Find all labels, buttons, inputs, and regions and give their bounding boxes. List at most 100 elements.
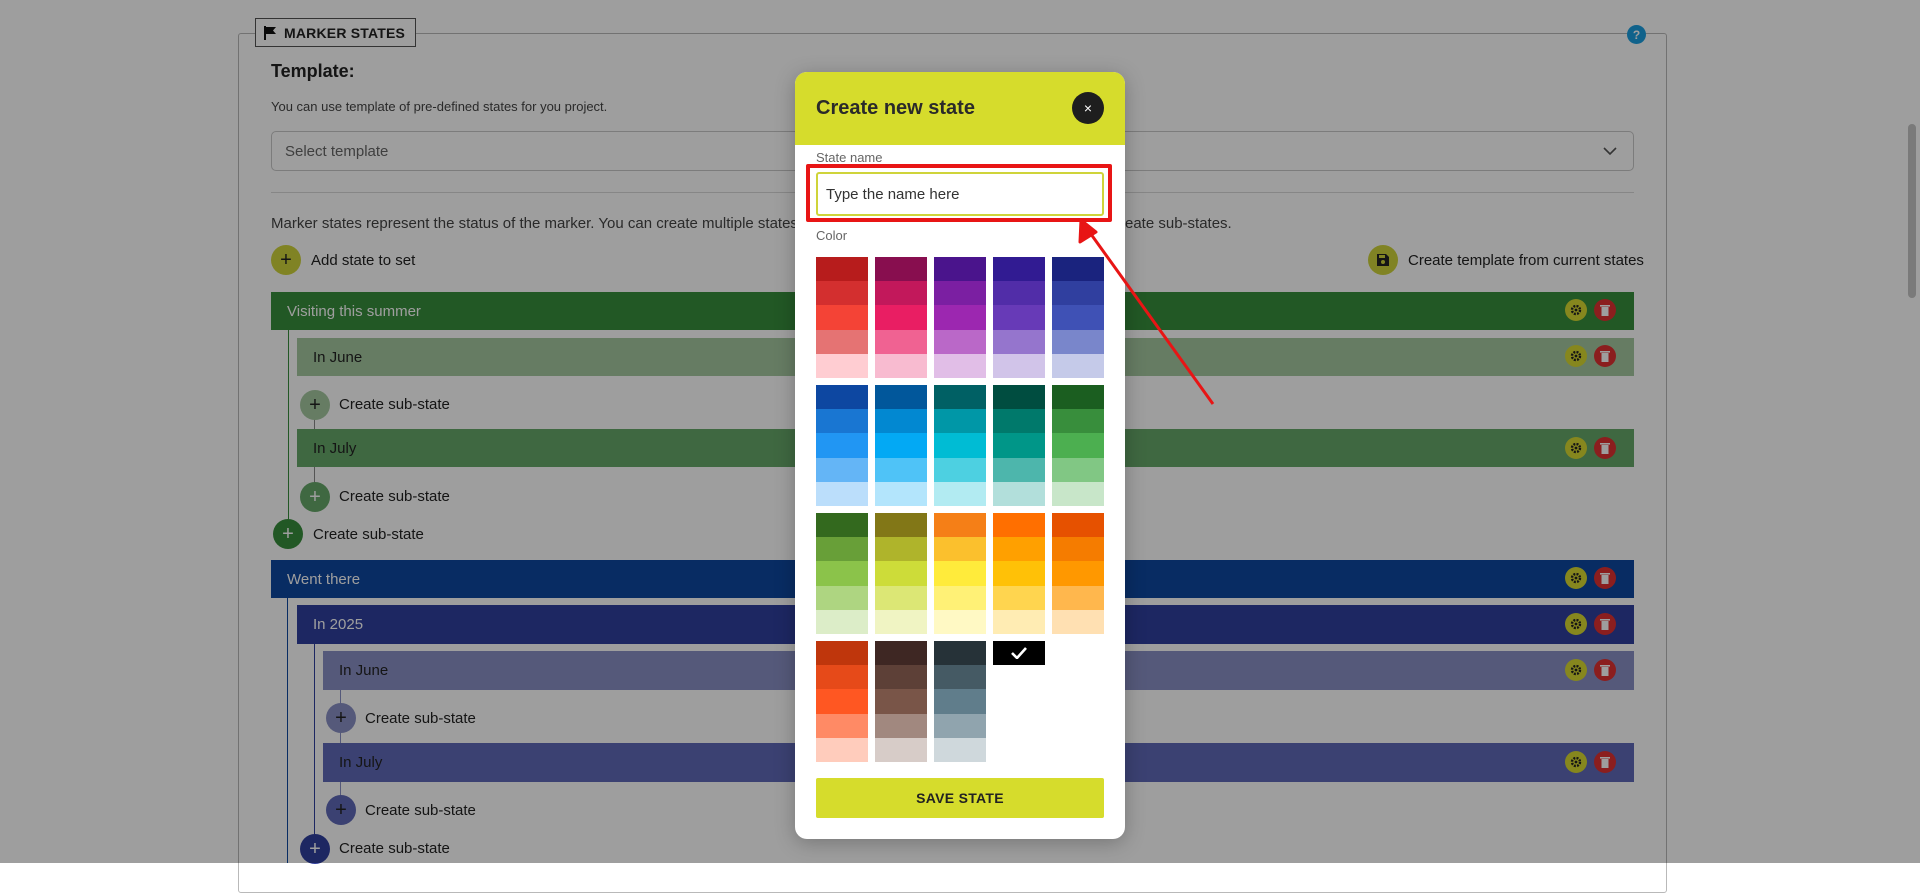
- color-swatch[interactable]: [934, 665, 986, 690]
- color-swatch[interactable]: [816, 609, 868, 634]
- color-swatch[interactable]: [1052, 585, 1104, 610]
- save-state-button[interactable]: SAVE STATE: [816, 778, 1104, 818]
- color-swatch[interactable]: [993, 409, 1045, 434]
- color-swatch-group: [993, 257, 1045, 378]
- scrollbar-thumb[interactable]: [1908, 124, 1916, 298]
- color-swatch[interactable]: [816, 641, 868, 666]
- color-swatch[interactable]: [934, 585, 986, 610]
- color-swatch-group: [816, 641, 868, 762]
- color-swatch[interactable]: [1052, 281, 1104, 306]
- color-swatch[interactable]: [875, 713, 927, 738]
- color-swatch[interactable]: [934, 257, 986, 282]
- color-swatch[interactable]: [993, 281, 1045, 306]
- color-swatch-group: [1052, 385, 1104, 506]
- color-swatch[interactable]: [816, 537, 868, 562]
- color-swatch[interactable]: [1052, 353, 1104, 378]
- color-swatch[interactable]: [993, 329, 1045, 354]
- color-swatch[interactable]: [1052, 457, 1104, 482]
- color-swatch[interactable]: [816, 481, 868, 506]
- color-swatch[interactable]: [875, 305, 927, 330]
- color-swatch[interactable]: [934, 689, 986, 714]
- color-swatch[interactable]: [1052, 409, 1104, 434]
- color-swatch[interactable]: [816, 737, 868, 762]
- color-swatch[interactable]: [816, 665, 868, 690]
- color-swatch[interactable]: [934, 409, 986, 434]
- color-swatch[interactable]: [993, 609, 1045, 634]
- color-swatch[interactable]: [816, 689, 868, 714]
- color-swatch[interactable]: [934, 481, 986, 506]
- color-swatch[interactable]: [875, 329, 927, 354]
- color-swatch[interactable]: [934, 561, 986, 586]
- color-swatch-group: [875, 641, 927, 762]
- color-swatch[interactable]: [875, 537, 927, 562]
- color-swatch[interactable]: [993, 433, 1045, 458]
- color-swatch[interactable]: [875, 433, 927, 458]
- close-icon[interactable]: ×: [1072, 92, 1104, 124]
- color-swatch[interactable]: [816, 305, 868, 330]
- color-swatch[interactable]: [816, 385, 868, 410]
- color-swatch[interactable]: [1052, 513, 1104, 538]
- color-swatch[interactable]: [875, 353, 927, 378]
- color-swatch[interactable]: [934, 537, 986, 562]
- color-swatch[interactable]: [934, 385, 986, 410]
- color-swatch[interactable]: [1052, 257, 1104, 282]
- color-swatch[interactable]: [1052, 481, 1104, 506]
- color-swatch[interactable]: [816, 433, 868, 458]
- color-swatch[interactable]: [875, 457, 927, 482]
- color-swatch[interactable]: [1052, 385, 1104, 410]
- color-swatch[interactable]: [875, 409, 927, 434]
- color-swatch[interactable]: [816, 257, 868, 282]
- color-swatch[interactable]: [993, 457, 1045, 482]
- color-swatch[interactable]: [934, 329, 986, 354]
- color-swatch[interactable]: [934, 713, 986, 738]
- color-swatch-group: [934, 641, 986, 762]
- color-swatch[interactable]: [816, 513, 868, 538]
- color-swatch[interactable]: [934, 737, 986, 762]
- color-swatch[interactable]: [875, 585, 927, 610]
- color-swatch[interactable]: [993, 481, 1045, 506]
- color-swatch[interactable]: [875, 665, 927, 690]
- color-swatch[interactable]: [993, 257, 1045, 282]
- color-swatch[interactable]: [875, 513, 927, 538]
- color-swatch[interactable]: [1052, 609, 1104, 634]
- color-swatch[interactable]: [816, 329, 868, 354]
- color-swatch[interactable]: [875, 561, 927, 586]
- color-swatch[interactable]: [816, 353, 868, 378]
- color-swatch[interactable]: [1052, 561, 1104, 586]
- color-swatch[interactable]: [816, 281, 868, 306]
- color-swatch[interactable]: [993, 585, 1045, 610]
- color-swatch[interactable]: [934, 281, 986, 306]
- color-swatch[interactable]: [875, 641, 927, 666]
- color-swatch[interactable]: [993, 353, 1045, 378]
- color-swatch[interactable]: [816, 585, 868, 610]
- color-swatch[interactable]: [934, 433, 986, 458]
- color-swatch[interactable]: [993, 305, 1045, 330]
- color-swatch[interactable]: [934, 513, 986, 538]
- color-swatch[interactable]: [875, 737, 927, 762]
- color-swatch[interactable]: [816, 713, 868, 738]
- color-swatch[interactable]: [934, 457, 986, 482]
- color-swatch[interactable]: [934, 609, 986, 634]
- color-swatch-selected[interactable]: [993, 641, 1045, 665]
- color-swatch[interactable]: [875, 281, 927, 306]
- color-swatch[interactable]: [993, 385, 1045, 410]
- color-swatch-group: [934, 513, 986, 634]
- color-swatch[interactable]: [816, 561, 868, 586]
- color-swatch[interactable]: [875, 609, 927, 634]
- color-swatch[interactable]: [875, 481, 927, 506]
- color-swatch[interactable]: [1052, 329, 1104, 354]
- color-swatch[interactable]: [1052, 305, 1104, 330]
- color-swatch[interactable]: [993, 513, 1045, 538]
- color-swatch[interactable]: [875, 257, 927, 282]
- color-swatch[interactable]: [993, 561, 1045, 586]
- color-swatch[interactable]: [934, 305, 986, 330]
- color-swatch[interactable]: [816, 457, 868, 482]
- color-swatch[interactable]: [934, 641, 986, 666]
- color-swatch[interactable]: [1052, 433, 1104, 458]
- color-swatch[interactable]: [934, 353, 986, 378]
- color-swatch[interactable]: [875, 689, 927, 714]
- color-swatch[interactable]: [993, 537, 1045, 562]
- color-swatch[interactable]: [875, 385, 927, 410]
- color-swatch[interactable]: [1052, 537, 1104, 562]
- color-swatch[interactable]: [816, 409, 868, 434]
